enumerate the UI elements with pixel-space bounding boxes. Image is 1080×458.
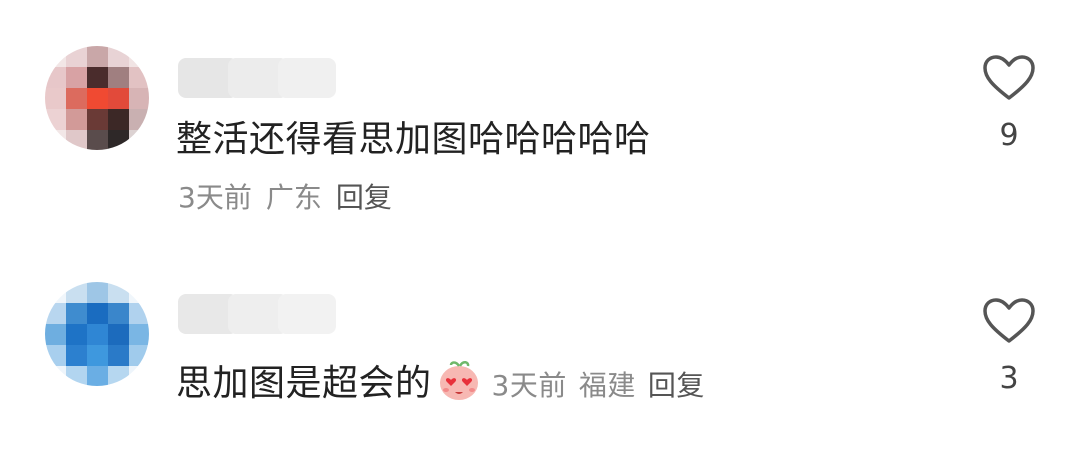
username-blurred[interactable] <box>178 294 336 334</box>
avatar-pixel <box>129 282 149 303</box>
avatar-pixel <box>66 67 87 88</box>
avatar-pixel <box>66 303 87 324</box>
avatar-pixel <box>66 324 87 345</box>
avatar-pixel <box>87 282 108 303</box>
avatar-pixel <box>129 345 149 366</box>
avatar-pixel <box>87 67 108 88</box>
avatar[interactable] <box>45 282 149 386</box>
avatar-pixel <box>66 109 87 130</box>
avatar-pixel <box>45 88 66 109</box>
avatar-pixel <box>45 324 66 345</box>
avatar-pixel <box>45 109 66 130</box>
avatar-pixel <box>87 109 108 130</box>
avatar-pixel <box>108 282 129 303</box>
avatar-pixel <box>45 303 66 324</box>
heart-eyes-emoji-icon <box>439 361 478 400</box>
comment-item: 思加图是超会的 3天前 福建 回复 3 <box>0 240 1080 458</box>
comment-body: 思加图是超会的 <box>176 363 432 404</box>
reply-button[interactable]: 回复 <box>648 369 705 402</box>
avatar-pixel <box>45 282 66 303</box>
avatar-pixel <box>45 46 66 67</box>
like-count: 9 <box>999 118 1019 153</box>
comment-item: 整活还得看思加图哈哈哈哈哈 3天前 广东 回复 9 <box>0 0 1080 240</box>
comment-meta: 3天前 福建 回复 <box>492 369 717 402</box>
avatar-pixel <box>87 303 108 324</box>
avatar-pixel <box>45 366 66 386</box>
avatar-pixel <box>66 282 87 303</box>
avatar-pixel <box>108 345 129 366</box>
avatar-pixel <box>108 324 129 345</box>
avatar-pixel <box>66 366 87 386</box>
comment-time: 3天前 <box>178 181 252 214</box>
avatar-pixel <box>129 303 149 324</box>
avatar-pixel <box>108 303 129 324</box>
avatar-pixel <box>87 324 108 345</box>
avatar-pixel <box>87 345 108 366</box>
avatar-pixel <box>108 366 129 386</box>
comment-text: 思加图是超会的 3天前 福建 回复 <box>176 354 717 406</box>
heart-outline-icon[interactable] <box>982 54 1036 102</box>
avatar-pixel <box>129 109 149 130</box>
comment-text: 整活还得看思加图哈哈哈哈哈 <box>176 119 651 160</box>
avatar-pixel <box>108 46 129 67</box>
avatar-pixel <box>129 324 149 345</box>
username-blurred[interactable] <box>178 58 336 98</box>
comment-location: 福建 <box>578 369 636 402</box>
avatar-pixel <box>129 88 149 109</box>
avatar-pixel <box>108 130 129 150</box>
comment-meta: 3天前 广东 回复 <box>178 176 406 216</box>
avatar-pixel <box>108 109 129 130</box>
comment-location: 广东 <box>265 181 322 214</box>
avatar-pixel <box>87 88 108 109</box>
avatar-pixel <box>129 46 149 67</box>
avatar-pixel <box>45 130 66 150</box>
avatar-pixel <box>129 67 149 88</box>
avatar-pixel <box>87 46 108 67</box>
heart-outline-icon[interactable] <box>982 297 1036 345</box>
avatar-pixel <box>87 366 108 386</box>
avatar-pixel <box>108 67 129 88</box>
comment-time: 3天前 <box>491 369 567 402</box>
avatar-pixel <box>66 88 87 109</box>
avatar-pixel <box>66 46 87 67</box>
avatar[interactable] <box>45 46 149 150</box>
reply-button[interactable]: 回复 <box>336 181 392 214</box>
avatar-pixel <box>66 345 87 366</box>
avatar-pixel <box>45 67 66 88</box>
avatar-pixel <box>108 88 129 109</box>
avatar-pixel <box>129 366 149 386</box>
avatar-pixel <box>87 130 108 150</box>
avatar-pixel <box>129 130 149 150</box>
avatar-pixel <box>66 130 87 150</box>
like-count: 3 <box>999 361 1019 396</box>
avatar-pixel <box>45 345 66 366</box>
